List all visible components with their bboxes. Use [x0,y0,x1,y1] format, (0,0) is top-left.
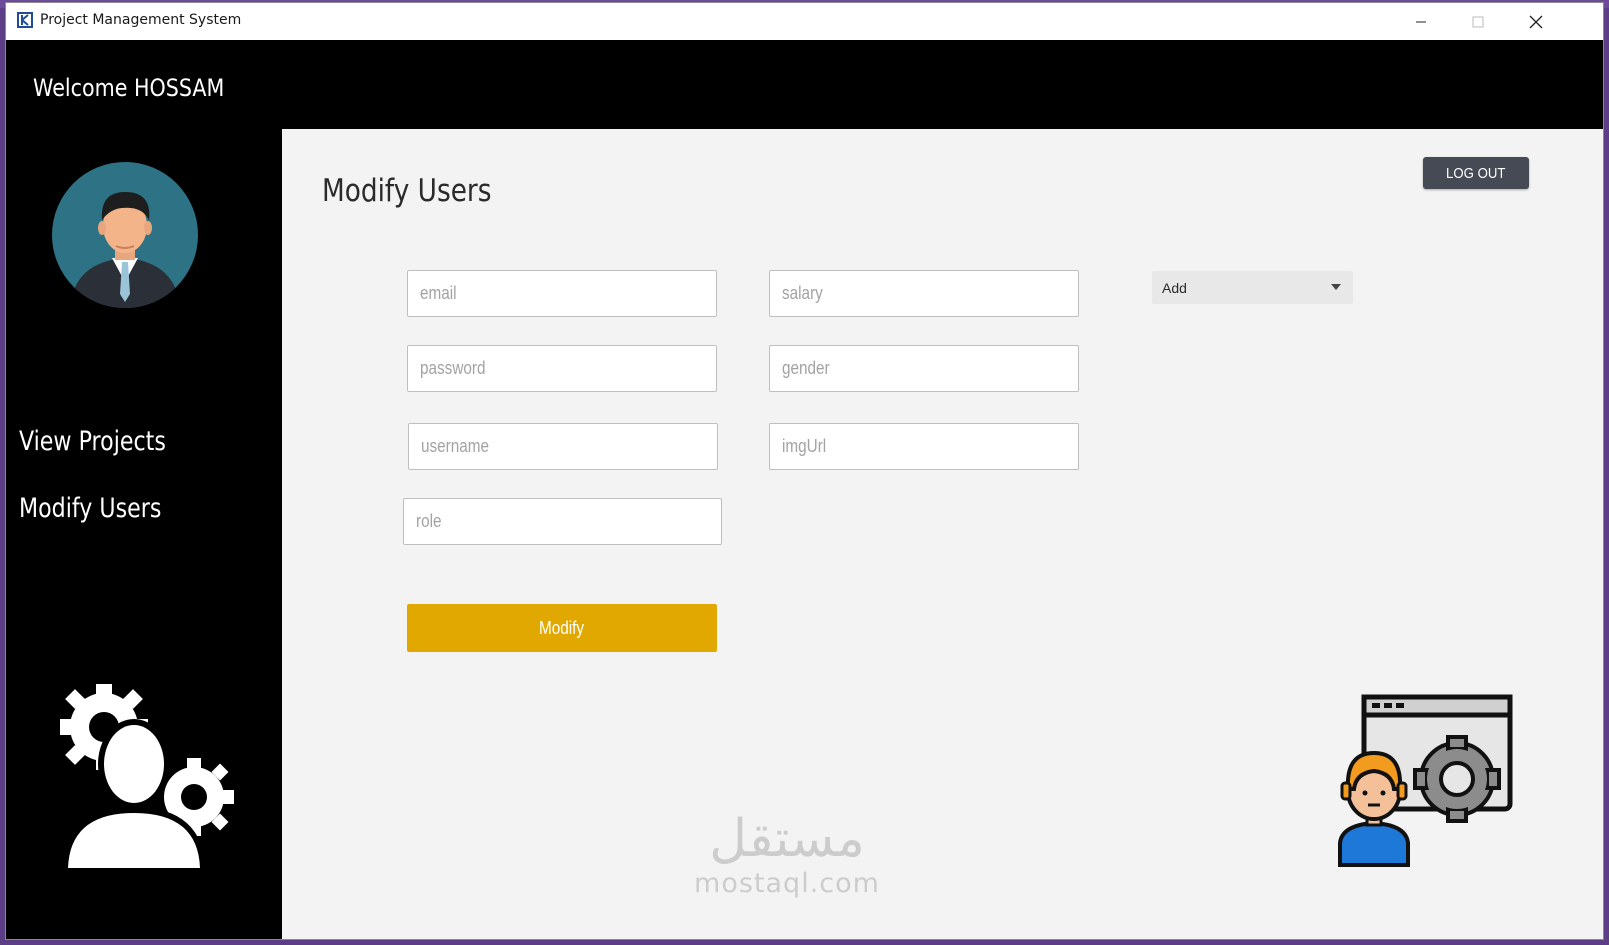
developer-settings-icon [1338,694,1513,867]
minimize-button[interactable] [1392,3,1450,40]
window-title: Project Management System [40,12,242,28]
logout-label: LOG OUT [1446,164,1506,182]
watermark-arabic: مستقل [709,809,865,869]
modify-label: Modify [539,617,585,638]
maximize-button[interactable] [1449,3,1507,40]
role-placeholder: role [416,511,442,531]
username-field[interactable]: username [408,423,718,470]
password-placeholder: password [420,358,486,378]
watermark-latin: mostaql.com [694,868,880,899]
close-icon [1529,15,1543,28]
imgurl-placeholder: imgUrl [782,436,827,456]
salary-placeholder: salary [782,283,823,303]
action-select[interactable]: Add [1152,271,1353,304]
gender-field[interactable]: gender [769,345,1079,392]
top-header: Welcome HOSSAM [6,40,1603,129]
email-field[interactable]: email [407,270,717,317]
modify-button[interactable]: Modify [407,604,717,652]
salary-field[interactable]: salary [769,270,1079,317]
sidebar-item-modify-users[interactable]: Modify Users [19,493,161,524]
settings-users-icon [60,684,234,872]
maximize-icon [1472,16,1484,27]
email-placeholder: email [420,283,457,303]
action-select-value: Add [1162,279,1187,296]
imgurl-field[interactable]: imgUrl [769,423,1079,470]
password-field[interactable]: password [407,345,717,392]
avatar [52,162,198,308]
sidebar-item-view-projects[interactable]: View Projects [19,426,166,457]
title-bar: Project Management System [6,3,1603,40]
sidebar: View Projects Modify Users [6,129,282,939]
caret-down-icon [1331,284,1341,290]
app-icon [17,12,33,28]
welcome-text: Welcome HOSSAM [33,74,225,102]
username-placeholder: username [421,436,490,456]
logout-button[interactable]: LOG OUT [1423,157,1529,189]
watermark: مستقل mostaql.com [682,809,892,909]
close-button[interactable] [1507,3,1565,40]
app-window: Project Management System Welcome HOSSAM [5,2,1604,940]
role-field[interactable]: role [403,498,722,545]
minimize-icon [1416,21,1426,22]
main-content: Modify Users LOG OUT email password user… [282,129,1603,939]
page-title: Modify Users [322,173,492,209]
gender-placeholder: gender [782,358,830,378]
